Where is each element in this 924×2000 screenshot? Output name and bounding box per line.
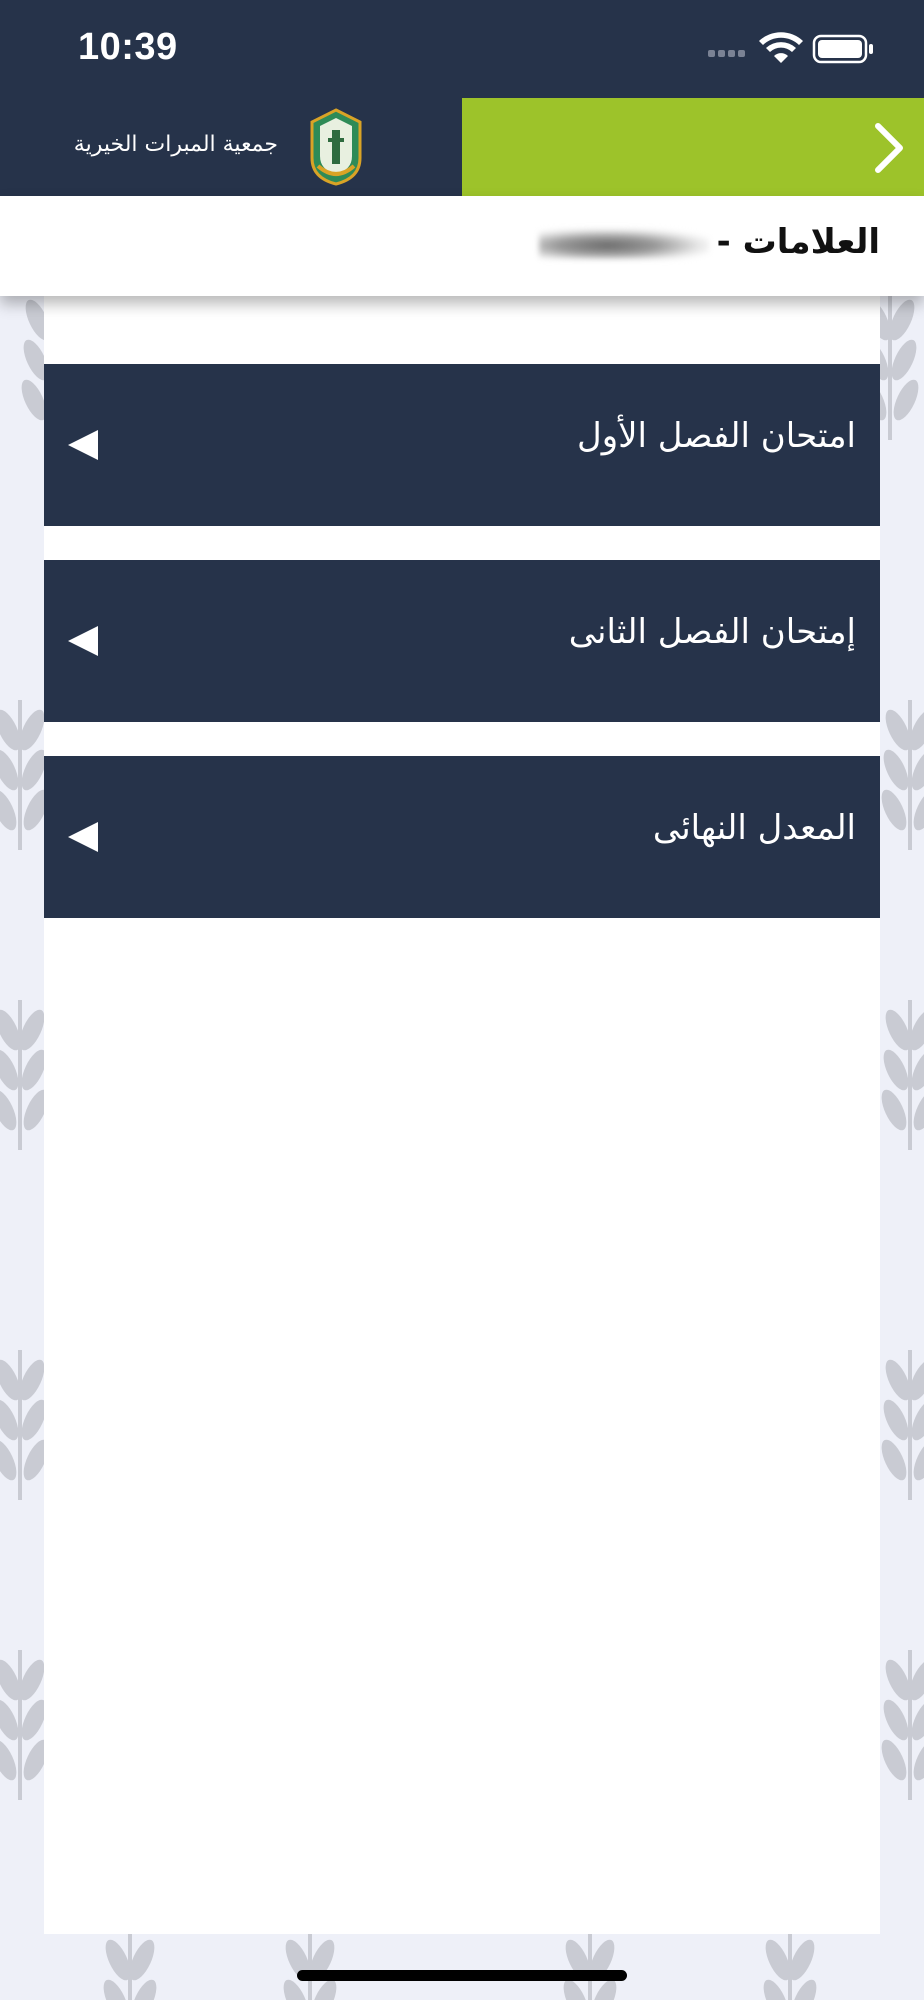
accordion-label: المعدل النهائى <box>652 808 856 848</box>
header-accent-area <box>462 98 924 196</box>
status-bar: 10:39 <box>0 0 924 98</box>
header-brand-area: جمعية المبرات الخيرية <box>0 98 462 196</box>
accordion-first-semester-exam[interactable]: امتحان الفصل الأول <box>44 364 880 526</box>
content-panel: امتحان الفصل الأول إمتحان الفصل الثانى ا… <box>44 296 880 1934</box>
page-title: العلامات - <box>538 222 880 262</box>
status-time: 10:39 <box>78 26 178 68</box>
wifi-icon <box>759 32 803 63</box>
battery-icon <box>812 34 873 64</box>
signal-icon <box>708 50 745 57</box>
triangle-left-icon <box>68 626 98 656</box>
status-icons <box>708 32 873 64</box>
accordion-label: امتحان الفصل الأول <box>576 416 856 456</box>
page-title-bar: العلامات - <box>0 196 924 296</box>
accordion-second-semester-exam[interactable]: إمتحان الفصل الثانى <box>44 560 880 722</box>
triangle-left-icon <box>68 822 98 852</box>
triangle-left-icon <box>68 430 98 460</box>
page-title-label: العلامات - <box>716 222 880 262</box>
chevron-right-icon[interactable] <box>868 120 908 176</box>
app-header: جمعية المبرات الخيرية <box>0 98 924 196</box>
accordion-final-average[interactable]: المعدل النهائى <box>44 756 880 918</box>
mabarrat-logo-icon <box>310 108 362 186</box>
org-name: جمعية المبرات الخيرية <box>73 132 278 157</box>
home-indicator[interactable] <box>297 1970 627 1981</box>
redacted-student-name <box>538 228 709 259</box>
accordion-label: إمتحان الفصل الثانى <box>568 612 856 652</box>
